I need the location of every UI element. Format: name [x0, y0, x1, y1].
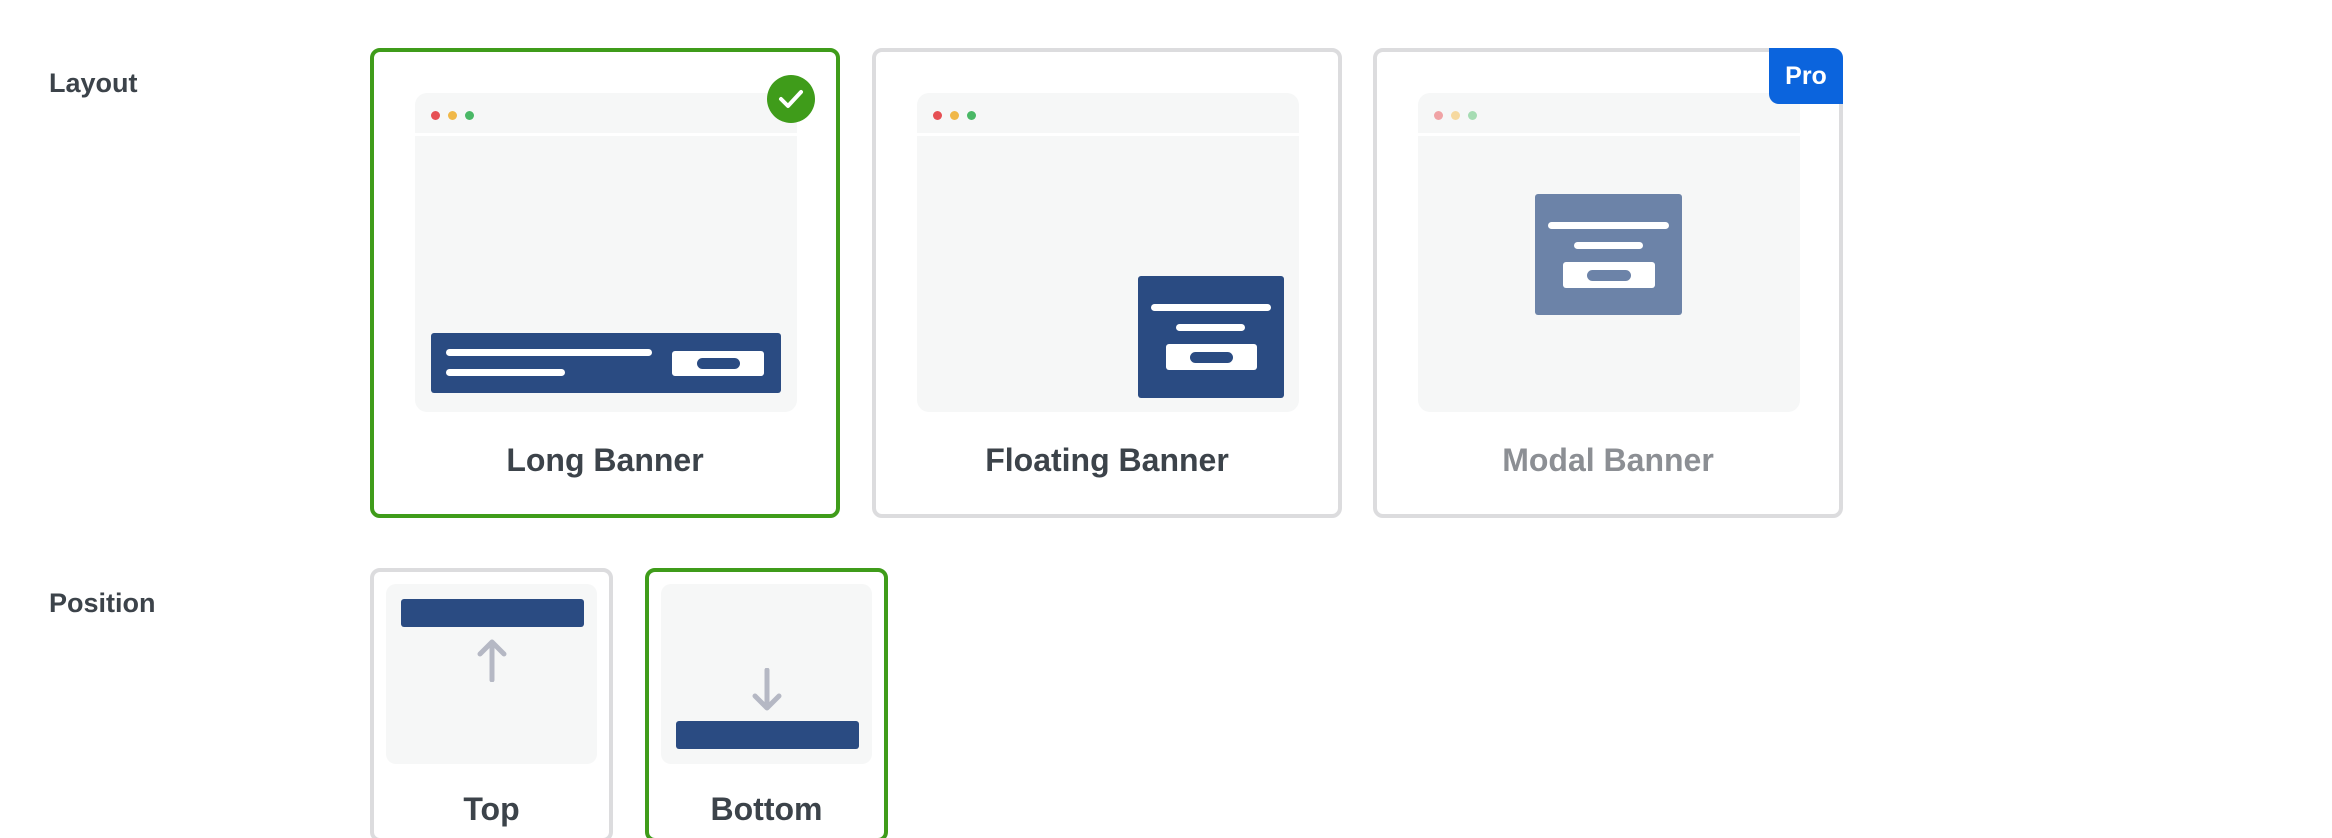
modal-banner-preview — [1418, 93, 1800, 412]
window-dot-red — [933, 111, 942, 120]
arrow-down-icon — [752, 668, 782, 711]
window-dot-green — [465, 111, 474, 120]
floating-banner-illustration — [1138, 276, 1284, 398]
position-option-title: Bottom — [710, 791, 823, 827]
top-banner-illustration — [401, 599, 584, 627]
position-label: Position — [49, 588, 156, 618]
window-dot-green — [1468, 111, 1477, 120]
position-option-top[interactable]: Top — [370, 568, 613, 838]
layout-option-modal-banner[interactable]: Pro Modal Banner — [1373, 48, 1843, 518]
long-banner-illustration — [431, 333, 781, 393]
position-option-bottom[interactable]: Bottom — [645, 568, 888, 838]
layout-option-title: Floating Banner — [985, 442, 1229, 478]
window-dot-red — [431, 111, 440, 120]
modal-banner-illustration — [1535, 194, 1682, 315]
browser-topbar — [415, 93, 797, 136]
selected-check-icon — [767, 75, 815, 123]
window-dot-red — [1434, 111, 1443, 120]
arrow-up-icon — [477, 639, 507, 682]
layout-option-title: Long Banner — [506, 442, 704, 478]
floating-banner-preview — [917, 93, 1299, 412]
top-position-preview — [386, 584, 597, 764]
position-option-title: Top — [463, 791, 520, 827]
long-banner-preview — [415, 93, 797, 412]
bottom-banner-illustration — [676, 721, 859, 749]
layout-option-floating-banner[interactable]: Floating Banner — [872, 48, 1342, 518]
pro-badge: Pro — [1769, 48, 1843, 104]
layout-label: Layout — [49, 68, 138, 98]
browser-topbar — [917, 93, 1299, 136]
window-dot-yellow — [448, 111, 457, 120]
layout-option-title: Modal Banner — [1502, 442, 1714, 478]
browser-topbar — [1418, 93, 1800, 136]
layout-option-long-banner[interactable]: Long Banner — [370, 48, 840, 518]
window-dot-yellow — [950, 111, 959, 120]
window-dot-yellow — [1451, 111, 1460, 120]
window-dot-green — [967, 111, 976, 120]
bottom-position-preview — [661, 584, 872, 764]
